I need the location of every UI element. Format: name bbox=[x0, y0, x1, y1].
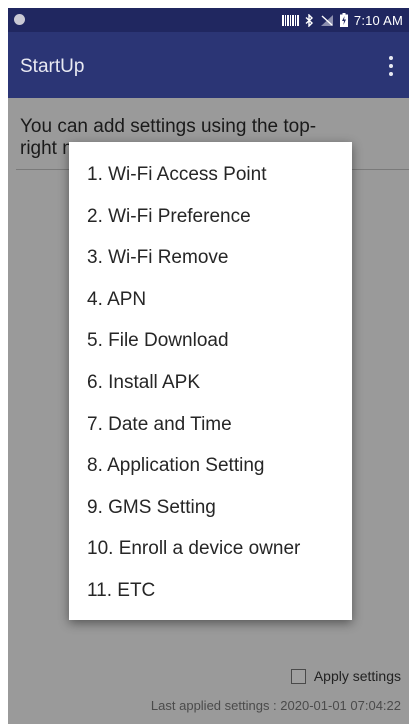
menu-item-application-setting[interactable]: 8. Application Setting bbox=[69, 445, 352, 487]
bluetooth-icon bbox=[305, 13, 313, 27]
notification-dot-icon bbox=[14, 14, 25, 25]
status-icons: 7:10 AM bbox=[281, 8, 403, 32]
menu-item-file-download[interactable]: 5. File Download bbox=[69, 320, 352, 362]
menu-item-wifi-remove[interactable]: 3. Wi-Fi Remove bbox=[69, 237, 352, 279]
app-bar: StartUp bbox=[8, 32, 409, 98]
menu-item-wifi-access-point[interactable]: 1. Wi-Fi Access Point bbox=[69, 154, 352, 196]
apply-settings-label: Apply settings bbox=[313, 668, 401, 684]
apply-settings-checkbox[interactable] bbox=[290, 668, 306, 684]
menu-item-etc[interactable]: 11. ETC bbox=[69, 570, 352, 612]
status-bar: 7:10 AM bbox=[8, 8, 409, 32]
menu-item-apn[interactable]: 4. APN bbox=[69, 279, 352, 321]
apply-settings-row[interactable]: Apply settings bbox=[290, 668, 401, 684]
settings-popup-menu: 1. Wi-Fi Access Point 2. Wi-Fi Preferenc… bbox=[69, 142, 352, 620]
app-title: StartUp bbox=[20, 56, 85, 77]
status-time: 7:10 AM bbox=[353, 12, 403, 28]
no-signal-icon bbox=[320, 14, 333, 26]
overflow-menu-icon[interactable] bbox=[383, 56, 399, 76]
battery-charging-icon bbox=[339, 13, 348, 27]
phone-screen: 7:10 AM StartUp You can add settings usi… bbox=[0, 0, 409, 724]
last-applied-text: Last applied settings : 2020-01-01 07:04… bbox=[150, 698, 401, 713]
menu-item-install-apk[interactable]: 6. Install APK bbox=[69, 362, 352, 404]
menu-item-date-and-time[interactable]: 7. Date and Time bbox=[69, 404, 352, 446]
menu-item-wifi-preference[interactable]: 2. Wi-Fi Preference bbox=[69, 196, 352, 238]
menu-item-enroll-device-owner[interactable]: 10. Enroll a device owner bbox=[69, 528, 352, 570]
barcode-scanner-icon bbox=[281, 14, 299, 26]
menu-item-gms-setting[interactable]: 9. GMS Setting bbox=[69, 487, 352, 529]
